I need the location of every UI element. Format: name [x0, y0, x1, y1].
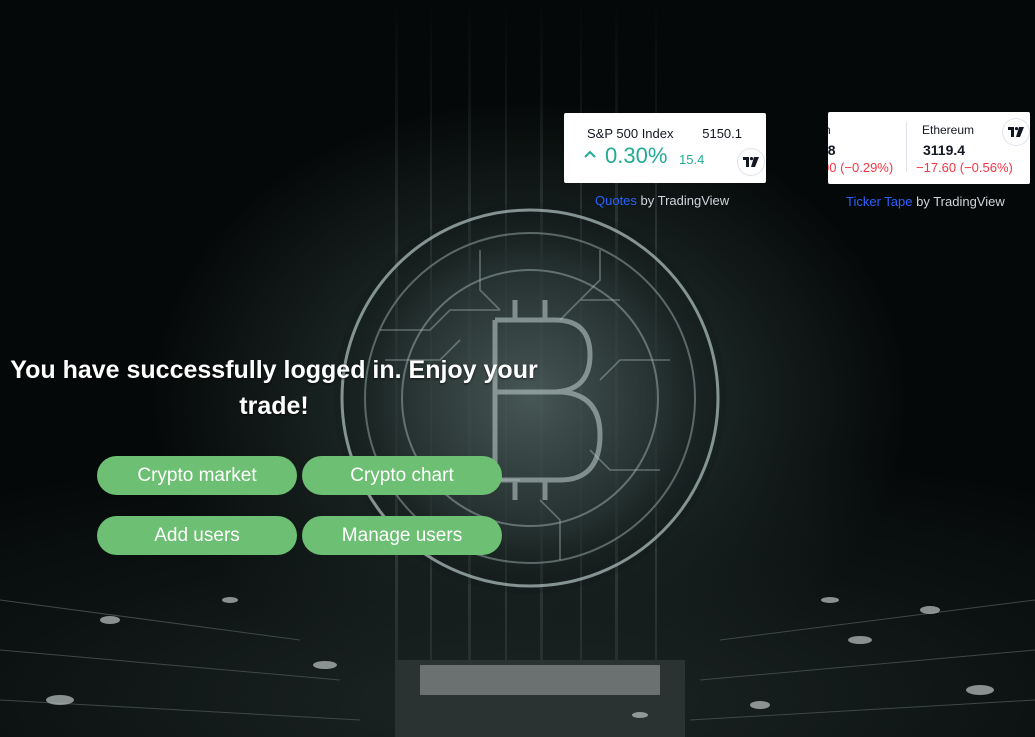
arrow-up-icon — [584, 150, 596, 158]
ticker-item-change: 00 (−0.29%) — [828, 160, 894, 175]
sp500-quote-widget[interactable]: S&P 500 Index 5150.1 0.30% 15.4 — [564, 113, 766, 183]
quote-symbol-name: S&P 500 Index — [587, 126, 674, 141]
quote-change: 15.4 — [679, 152, 705, 167]
quote-price: 5150.1 — [702, 126, 742, 141]
ticker-divider — [906, 122, 907, 172]
ticker-ethereum-change: −17.60 (−0.56%) — [916, 160, 1013, 175]
ticker-credit-suffix: by TradingView — [912, 194, 1005, 209]
crypto-market-button[interactable]: Crypto market — [97, 456, 297, 495]
ticker-ethereum-price: 3119.4 — [923, 142, 966, 158]
quotes-link[interactable]: Quotes — [595, 193, 637, 208]
quotes-credit-suffix: by TradingView — [636, 193, 730, 208]
ticker-ethereum-name: Ethereum — [922, 123, 975, 137]
login-message-line1: You have successfully logged in. Enjoy y… — [10, 356, 538, 384]
tradingview-logo-icon[interactable] — [738, 149, 764, 175]
add-users-button[interactable]: Add users — [97, 516, 297, 555]
manage-users-button[interactable]: Manage users — [302, 516, 502, 555]
crypto-chart-button[interactable]: Crypto chart — [302, 456, 502, 495]
ticker-item-price: 38 — [828, 142, 836, 158]
tradingview-logo-icon[interactable] — [1003, 119, 1029, 145]
quote-change-percent: 0.30% — [605, 143, 668, 168]
ticker-credit: Ticker Tape by TradingView — [846, 194, 1005, 209]
quotes-credit: Quotes by TradingView — [595, 193, 729, 208]
ticker-tape-link[interactable]: Ticker Tape — [846, 194, 912, 209]
login-success-message: You have successfully logged in. Enjoy y… — [0, 352, 548, 424]
ticker-tape-widget[interactable]: n 38 00 (−0.29%) Ethereum 3119.4 −17.60 … — [828, 112, 1030, 184]
login-message-line2: trade! — [239, 392, 309, 420]
ticker-item-name: n — [828, 123, 831, 137]
